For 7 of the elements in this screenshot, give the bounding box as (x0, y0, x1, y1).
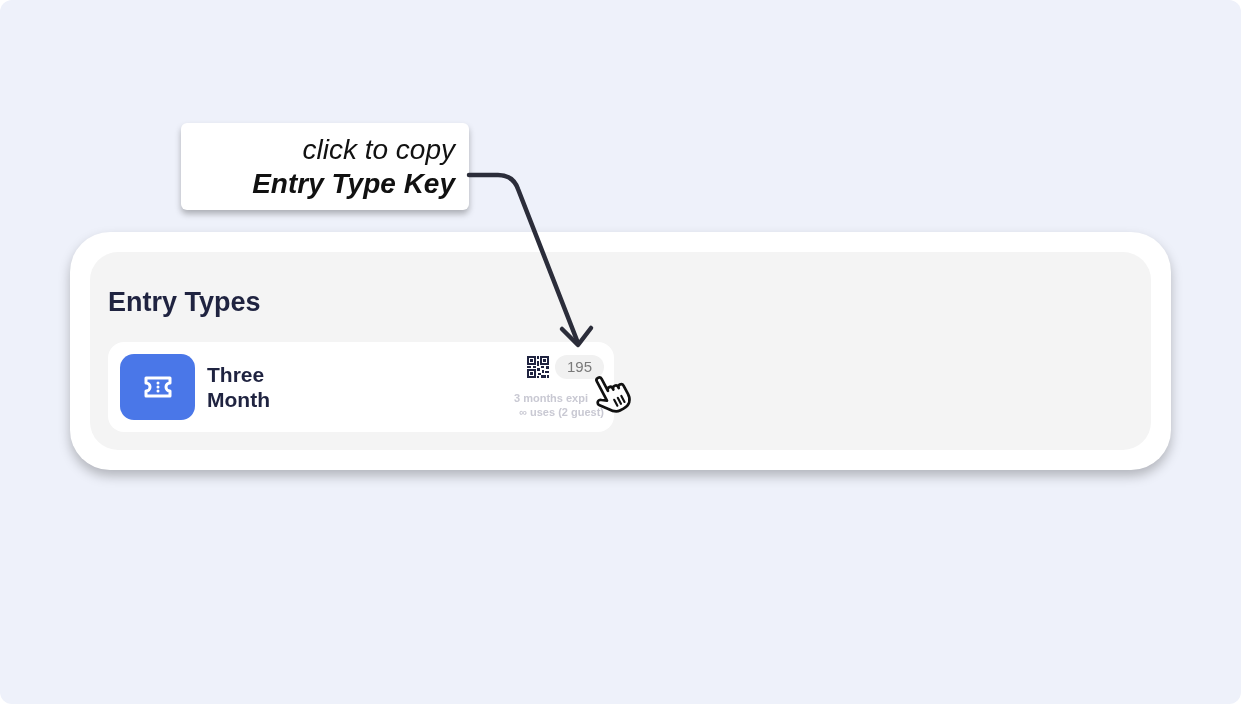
qr-code-icon (526, 356, 549, 378)
callout-hint: click to copy (302, 132, 455, 167)
ticket-icon (120, 354, 195, 420)
entry-type-key[interactable]: 195 (554, 355, 604, 379)
entry-name: Three Month (207, 362, 271, 412)
section-title: Entry Types (108, 286, 261, 318)
callout-label: Entry Type Key (252, 166, 455, 201)
